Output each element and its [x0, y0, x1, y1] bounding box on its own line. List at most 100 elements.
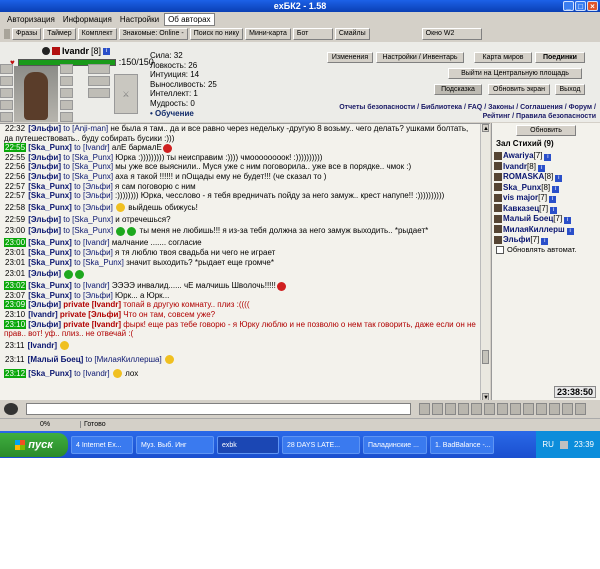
- message-author[interactable]: [Эльфи]: [28, 162, 61, 171]
- message-private-target[interactable]: private [Эльфи]: [60, 310, 121, 319]
- message-author[interactable]: [Эльфи]: [28, 320, 61, 329]
- auto-refresh[interactable]: Обновлять автомат.: [496, 245, 576, 254]
- equip-slot[interactable]: [0, 88, 13, 98]
- equip-slot[interactable]: [88, 76, 110, 86]
- message-target[interactable]: to [Ivandr]: [74, 143, 110, 152]
- user-list-item[interactable]: Ivandr[8] i: [494, 162, 574, 173]
- weapon-slot[interactable]: ⚔: [114, 74, 138, 114]
- message-author[interactable]: [Ska_Punx]: [28, 182, 72, 191]
- equip-slot[interactable]: [60, 64, 73, 74]
- tray-icon[interactable]: [559, 440, 568, 449]
- message-author[interactable]: [Ivandr]: [28, 341, 57, 350]
- user-list-item[interactable]: vis major[7] i: [494, 193, 574, 204]
- equip-slot[interactable]: [60, 76, 73, 86]
- message-private-target[interactable]: private [Ivandr]: [63, 300, 121, 309]
- minimize-icon[interactable]: _: [563, 1, 574, 11]
- info-links-line1[interactable]: Отчеты безопасности / Библиотека / FAQ /…: [339, 104, 596, 111]
- scroll-up-icon[interactable]: ▲: [482, 124, 489, 132]
- smiles-button[interactable]: Смайлы: [334, 28, 370, 40]
- timer-button[interactable]: Таймер: [43, 28, 76, 40]
- message-author[interactable]: [Ska_Punx]: [28, 143, 72, 152]
- user-list-item[interactable]: Малый Боец[7] i: [494, 214, 574, 225]
- message-target[interactable]: to [МилаяКиллерша]: [86, 355, 162, 364]
- task-item-ie[interactable]: 4 Internet Ex...: [71, 435, 133, 454]
- message-target[interactable]: to [Эльфи]: [74, 203, 113, 212]
- equip-slot[interactable]: [0, 76, 13, 86]
- kit-button[interactable]: Комплект: [77, 28, 117, 40]
- equip-slot[interactable]: [0, 112, 13, 122]
- user-list-item[interactable]: Кавказец[7] i: [494, 204, 574, 215]
- message-target[interactable]: to [Эльфи]: [74, 191, 113, 200]
- equip-slot[interactable]: [88, 64, 110, 74]
- message-target[interactable]: to [Ska_Punx]: [63, 162, 113, 171]
- info-icon[interactable]: i: [555, 175, 563, 182]
- task-item-exbk[interactable]: exbk: [217, 435, 279, 454]
- duels-button[interactable]: Поединки: [535, 52, 585, 63]
- menu-about[interactable]: Об авторах: [164, 12, 215, 26]
- changes-button[interactable]: Изменения: [327, 52, 373, 63]
- tool-icon[interactable]: [419, 403, 430, 415]
- message-author[interactable]: [Ska_Punx]: [28, 258, 72, 267]
- tool-icon[interactable]: [549, 403, 560, 415]
- menu-settings[interactable]: Настройки: [117, 14, 162, 25]
- message-author[interactable]: [Ska_Punx]: [28, 369, 72, 378]
- tool-icon[interactable]: [562, 403, 573, 415]
- chat-log[interactable]: 22:32 [Эльфи] to [Anji-man] не была я та…: [0, 123, 490, 400]
- user-list-item[interactable]: МилаяКиллерш i: [494, 225, 574, 236]
- message-target[interactable]: to [Ska_Punx]: [63, 226, 113, 235]
- info-icon[interactable]: i: [549, 196, 557, 203]
- equip-slot[interactable]: [88, 88, 110, 98]
- message-author[interactable]: [Эльфи]: [28, 124, 61, 133]
- message-author[interactable]: [Ska_Punx]: [28, 291, 72, 300]
- message-target[interactable]: to [Ivandr]: [74, 369, 110, 378]
- maximize-icon[interactable]: □: [575, 1, 586, 11]
- scroll-down-icon[interactable]: ▼: [482, 393, 489, 400]
- user-list-item[interactable]: Ska_Punx[8] i: [494, 183, 574, 194]
- hint-button[interactable]: Подсказка: [434, 84, 482, 95]
- friends-online-button[interactable]: Знакомые: Online -: [118, 28, 188, 40]
- equip-slot[interactable]: [0, 100, 13, 110]
- message-target[interactable]: to [Ska_Punx]: [74, 258, 124, 267]
- task-item-music[interactable]: Муз. Выб. Инг: [136, 435, 214, 454]
- user-name[interactable]: Малый Боец: [503, 214, 553, 223]
- tool-icon[interactable]: [497, 403, 508, 415]
- message-author[interactable]: [Эльфи]: [28, 215, 61, 224]
- message-target[interactable]: to [Эльфи]: [74, 248, 113, 257]
- user-list-item[interactable]: Awariya[7] i: [494, 151, 574, 162]
- user-name[interactable]: vis major: [503, 193, 538, 202]
- message-target[interactable]: to [Эльфи]: [74, 182, 113, 191]
- message-author[interactable]: [Эльфи]: [28, 172, 61, 181]
- user-name[interactable]: Эльфи: [503, 235, 530, 244]
- message-author[interactable]: [Эльфи]: [28, 226, 61, 235]
- message-author[interactable]: [Малый Боец]: [28, 355, 84, 364]
- equip-slot[interactable]: [60, 100, 73, 110]
- exit-square-button[interactable]: Выйти на Центральную площадь: [448, 68, 582, 79]
- info-links-line2[interactable]: Рейтинг / Правила безопасности: [483, 113, 596, 120]
- tool-icon[interactable]: [523, 403, 534, 415]
- tool-icon[interactable]: [536, 403, 547, 415]
- message-author[interactable]: [Ska_Punx]: [28, 238, 72, 247]
- window-w2-button[interactable]: Окно W2: [421, 28, 482, 40]
- chat-scrollbar[interactable]: ▲ ▼: [480, 124, 490, 400]
- auto-refresh-checkbox[interactable]: [496, 245, 504, 254]
- info-icon[interactable]: i: [541, 238, 549, 245]
- equip-slot[interactable]: [60, 112, 73, 122]
- scroll-thumb[interactable]: [482, 350, 489, 364]
- start-button[interactable]: пуск: [0, 432, 68, 457]
- education-link[interactable]: • Обучение: [150, 109, 217, 119]
- info-icon[interactable]: i: [544, 154, 552, 161]
- user-list-item[interactable]: Эльфи[7] i: [494, 235, 574, 246]
- equip-slot[interactable]: [0, 64, 13, 74]
- message-author[interactable]: [Ska_Punx]: [28, 203, 72, 212]
- nick-search-button[interactable]: Поиск по нику: [189, 28, 244, 40]
- close-icon[interactable]: ×: [587, 1, 598, 11]
- tool-icon[interactable]: [484, 403, 495, 415]
- message-target[interactable]: to [Ska_Punx]: [63, 153, 113, 162]
- info-icon[interactable]: i: [103, 47, 111, 55]
- message-author[interactable]: [Эльфи]: [28, 300, 61, 309]
- refresh-users-button[interactable]: Обновить: [516, 125, 576, 136]
- world-map-button[interactable]: Карта миров: [474, 52, 532, 63]
- task-item-badbalance[interactable]: 1. BadBalance -...: [430, 435, 494, 454]
- tool-icon[interactable]: [575, 403, 586, 415]
- user-name[interactable]: МилаяКиллерш: [503, 225, 565, 234]
